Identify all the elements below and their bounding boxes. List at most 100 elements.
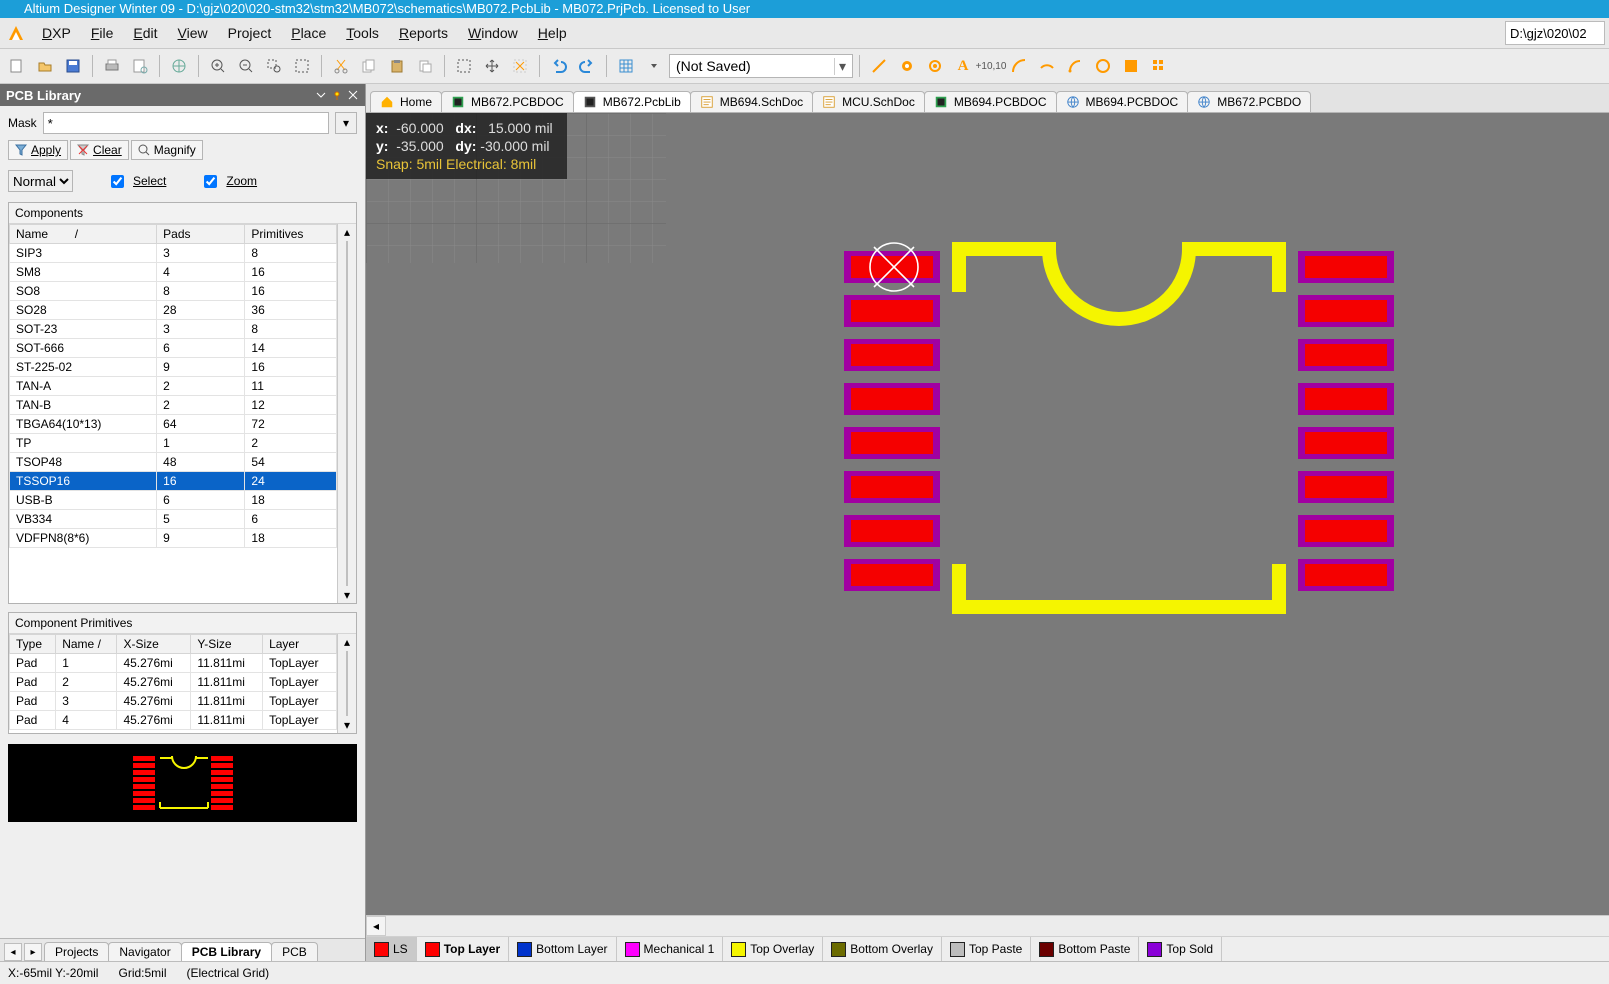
table-row[interactable]: Pad445.276mi11.811miTopLayer — [10, 711, 337, 730]
layer-tab[interactable]: Bottom Layer — [509, 937, 616, 961]
paste-icon[interactable] — [384, 53, 410, 79]
arc-edge-icon[interactable] — [1034, 53, 1060, 79]
zoom-out-icon[interactable] — [233, 53, 259, 79]
tabstrip-next-icon[interactable]: ▸ — [24, 943, 42, 961]
magnify-button[interactable]: Magnify — [131, 140, 203, 160]
menu-window[interactable]: Window — [458, 21, 528, 45]
table-row[interactable]: SIP338 — [10, 244, 337, 263]
table-row[interactable]: TAN-A211 — [10, 377, 337, 396]
table-row[interactable]: Pad145.276mi11.811miTopLayer — [10, 654, 337, 673]
pcb-editor-viewport[interactable]: x: -60.000 dx: 15.000 mil y: -35.000 dy:… — [366, 113, 1609, 915]
components-table[interactable]: Name / Pads Primitives SIP338SM8416SO881… — [9, 224, 337, 548]
track-icon[interactable] — [866, 53, 892, 79]
menu-tools[interactable]: Tools — [336, 21, 389, 45]
primitives-scrollbar[interactable]: ▴ ▾ — [337, 634, 356, 733]
layer-tab[interactable]: Bottom Paste — [1031, 937, 1139, 961]
document-tab[interactable]: MB694.SchDoc — [690, 91, 813, 112]
document-tab[interactable]: MB672.PCBDO — [1187, 91, 1311, 112]
zoom-in-icon[interactable] — [205, 53, 231, 79]
close-icon[interactable] — [347, 89, 359, 101]
snapshot-combo[interactable]: (Not Saved) ▾ — [669, 54, 853, 78]
menu-reports[interactable]: Reports — [389, 21, 458, 45]
table-row[interactable]: Pad345.276mi11.811miTopLayer — [10, 692, 337, 711]
tabstrip-prev-icon[interactable]: ◂ — [4, 943, 22, 961]
new-icon[interactable] — [4, 53, 30, 79]
scroll-down-icon[interactable]: ▾ — [338, 717, 356, 733]
panel-tab-projects[interactable]: Projects — [44, 942, 109, 961]
menu-dxp[interactable]: DXP — [32, 21, 81, 45]
array-paste-icon[interactable] — [1146, 53, 1172, 79]
menu-project[interactable]: Project — [218, 21, 282, 45]
document-tab[interactable]: MB672.PCBDOC — [441, 91, 574, 112]
print-icon[interactable] — [99, 53, 125, 79]
zoom-fit-icon[interactable] — [289, 53, 315, 79]
menu-place[interactable]: Place — [281, 21, 336, 45]
browse-icon[interactable] — [166, 53, 192, 79]
components-scrollbar[interactable]: ▴ ▾ — [337, 224, 356, 603]
table-row[interactable]: TAN-B212 — [10, 396, 337, 415]
rubber-stamp-icon[interactable] — [412, 53, 438, 79]
document-tab[interactable]: MB694.PCBDOC — [924, 91, 1057, 112]
document-tab[interactable]: Home — [370, 91, 442, 112]
table-row[interactable]: SM8416 — [10, 263, 337, 282]
primitives-table[interactable]: Type Name / X-Size Y-Size Layer Pad145.2… — [9, 634, 337, 730]
select-area-icon[interactable] — [451, 53, 477, 79]
layer-tab[interactable]: Top Overlay — [723, 937, 823, 961]
save-icon[interactable] — [60, 53, 86, 79]
scroll-left-icon[interactable]: ◂ — [366, 916, 386, 936]
full-circle-icon[interactable] — [1090, 53, 1116, 79]
menu-edit[interactable]: Edit — [123, 21, 167, 45]
panel-titlebar[interactable]: PCB Library — [0, 84, 365, 106]
table-row[interactable]: SOT-2338 — [10, 320, 337, 339]
panel-tab-pcb-library[interactable]: PCB Library — [181, 942, 272, 961]
open-icon[interactable] — [32, 53, 58, 79]
menu-help[interactable]: Help — [528, 21, 577, 45]
pad-icon[interactable] — [894, 53, 920, 79]
document-tab[interactable]: MCU.SchDoc — [812, 91, 925, 112]
table-row[interactable]: USB-B618 — [10, 491, 337, 510]
layer-tab[interactable]: Bottom Overlay — [823, 937, 942, 961]
chevron-down-icon[interactable] — [315, 89, 327, 101]
table-row[interactable]: TBGA64(10*13)6472 — [10, 415, 337, 434]
document-tab[interactable]: MB694.PCBDOC — [1056, 91, 1189, 112]
menu-file[interactable]: File — [81, 21, 124, 45]
table-row[interactable]: SO282836 — [10, 301, 337, 320]
grid-icon[interactable] — [613, 53, 639, 79]
cut-icon[interactable] — [328, 53, 354, 79]
mask-mode-select[interactable]: Normal — [8, 170, 73, 192]
editor-horizontal-scrollbar[interactable]: ◂ — [366, 915, 1609, 936]
zoom-checkbox[interactable]: Zoom — [200, 172, 257, 191]
zoom-area-icon[interactable] — [261, 53, 287, 79]
path-address-box[interactable]: D:\gjz\020\02 — [1505, 21, 1605, 45]
fill-icon[interactable] — [1118, 53, 1144, 79]
grid-dropdown-icon[interactable] — [641, 53, 667, 79]
table-row[interactable]: TSSOP161624 — [10, 472, 337, 491]
table-row[interactable]: TSOP484854 — [10, 453, 337, 472]
clear-button[interactable]: Clear — [70, 140, 129, 160]
table-row[interactable]: VB33456 — [10, 510, 337, 529]
arc-center-icon[interactable] — [1006, 53, 1032, 79]
layer-tab[interactable]: LS — [366, 937, 417, 961]
layer-tab[interactable]: Top Sold — [1139, 937, 1222, 961]
layer-tab[interactable]: Mechanical 1 — [617, 937, 724, 961]
scroll-up-icon[interactable]: ▴ — [338, 224, 356, 240]
layer-tab[interactable]: Top Layer — [417, 937, 509, 961]
mask-dropdown-button[interactable]: ▾ — [335, 112, 357, 134]
pin-icon[interactable] — [331, 89, 343, 101]
deselect-icon[interactable] — [507, 53, 533, 79]
print-preview-icon[interactable] — [127, 53, 153, 79]
menu-view[interactable]: View — [168, 21, 218, 45]
table-row[interactable]: SO8816 — [10, 282, 337, 301]
table-row[interactable]: Pad245.276mi11.811miTopLayer — [10, 673, 337, 692]
table-row[interactable]: TP12 — [10, 434, 337, 453]
string-icon[interactable]: A — [950, 53, 976, 79]
mask-input[interactable] — [43, 112, 329, 134]
apply-button[interactable]: Apply — [8, 140, 68, 160]
panel-tab-navigator[interactable]: Navigator — [108, 942, 181, 961]
layer-tab[interactable]: Top Paste — [942, 937, 1031, 961]
via-icon[interactable] — [922, 53, 948, 79]
table-row[interactable]: VDFPN8(8*6)918 — [10, 529, 337, 548]
document-tab[interactable]: MB672.PcbLib — [573, 91, 691, 112]
scroll-down-icon[interactable]: ▾ — [338, 587, 356, 603]
coordinate-icon[interactable]: +10,10 — [978, 53, 1004, 79]
